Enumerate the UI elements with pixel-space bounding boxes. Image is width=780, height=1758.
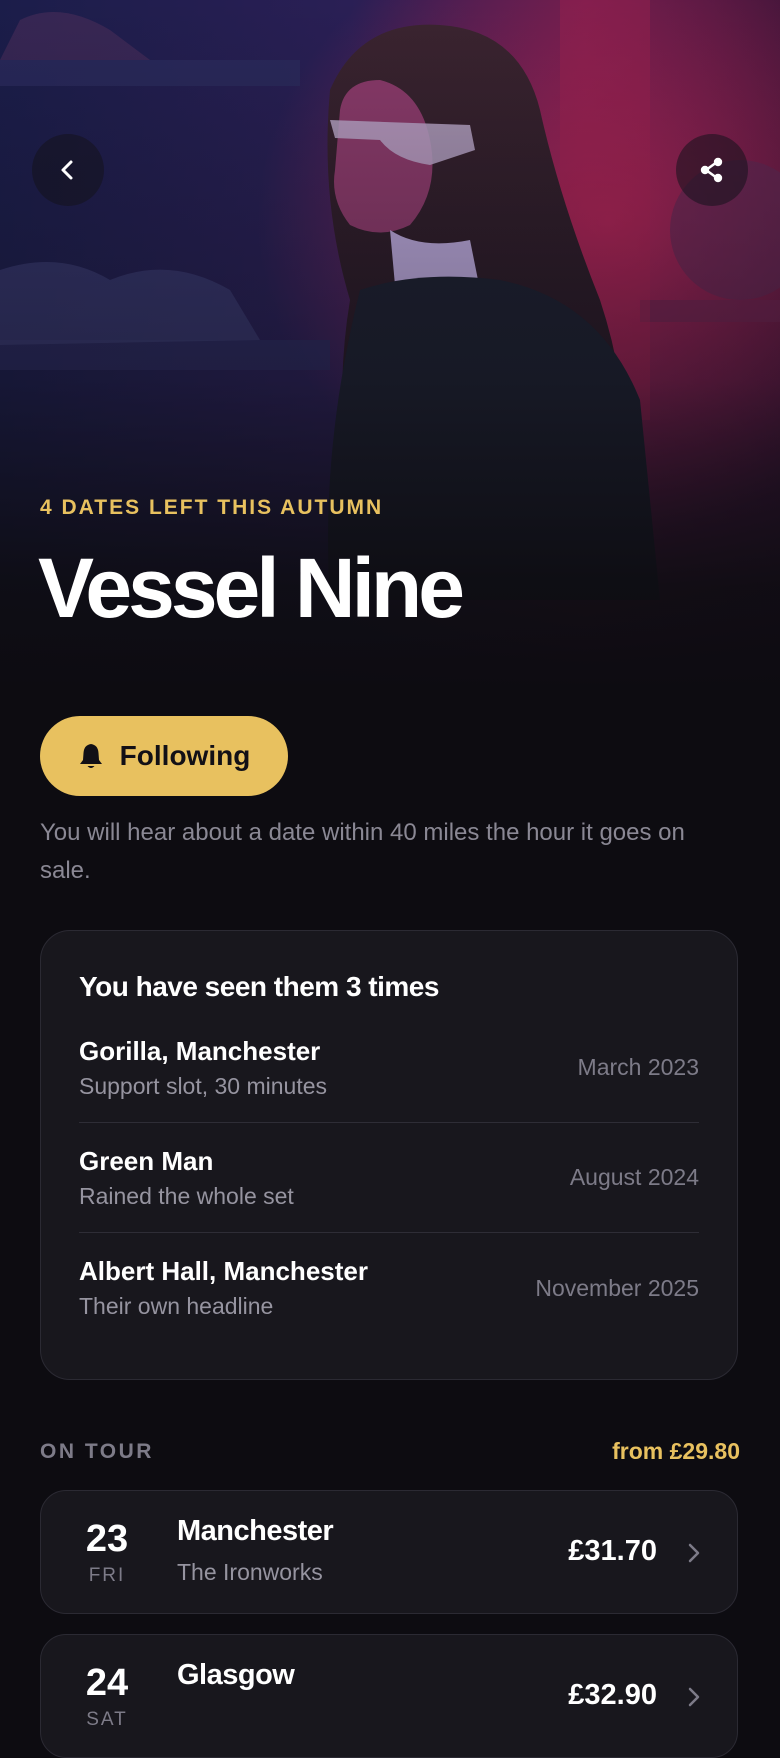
chevron-right-icon xyxy=(688,1687,700,1707)
seen-note: Rained the whole set xyxy=(79,1182,294,1209)
seen-venue: Albert Hall, Manchester xyxy=(79,1256,368,1286)
tour-date-card[interactable]: 23 FRI Manchester The Ironworks £31.70 xyxy=(40,1490,738,1614)
tour-header: ON TOUR from £29.80 xyxy=(40,1438,740,1465)
artist-name: Vessel Nine xyxy=(38,541,465,635)
seen-history-row: Gorilla, Manchester Support slot, 30 min… xyxy=(79,1013,699,1123)
tour-price: £31.70 xyxy=(568,1535,657,1567)
seen-note: Support slot, 30 minutes xyxy=(79,1072,328,1099)
share-button[interactable] xyxy=(676,134,748,206)
tour-city: Manchester xyxy=(177,1515,334,1547)
seen-history-card: You have seen them 3 times Gorilla, Manc… xyxy=(40,930,738,1380)
tour-day: 24 xyxy=(85,1662,129,1704)
seen-history-row: Green Man Rained the whole set August 20… xyxy=(79,1123,699,1233)
tour-city: Glasgow xyxy=(177,1659,295,1691)
seen-history-title: You have seen them 3 times xyxy=(79,971,439,1002)
back-button[interactable] xyxy=(32,134,104,206)
follow-note: You will hear about a date within 40 mil… xyxy=(40,819,685,884)
tour-venue: The Ironworks xyxy=(177,1559,323,1585)
bell-icon xyxy=(79,744,102,768)
tour-price-from: from £29.80 xyxy=(612,1438,740,1464)
tour-weekday: SAT xyxy=(86,1709,128,1730)
seen-venue: Gorilla, Manchester xyxy=(79,1035,321,1066)
share-icon xyxy=(700,157,723,183)
tour-weekday: FRI xyxy=(88,1565,126,1586)
tour-section-label: ON TOUR xyxy=(40,1439,154,1463)
chevron-left-icon xyxy=(61,160,73,180)
tour-price: £32.90 xyxy=(568,1679,657,1711)
tour-date-card[interactable]: 24 SAT Glasgow £32.90 xyxy=(40,1634,738,1758)
tour-eyebrow: 4 DATES LEFT THIS AUTUMN xyxy=(40,496,384,519)
chevron-right-icon xyxy=(688,1543,700,1563)
seen-date: November 2025 xyxy=(535,1274,699,1301)
seen-venue: Green Man xyxy=(79,1145,214,1176)
tour-day: 23 xyxy=(85,1518,129,1560)
seen-history-row: Albert Hall, Manchester Their own headli… xyxy=(79,1233,699,1343)
following-button[interactable]: Following xyxy=(40,716,288,796)
seen-date: March 2023 xyxy=(577,1054,699,1080)
following-label: Following xyxy=(119,740,251,771)
seen-note: Their own headline xyxy=(79,1293,274,1319)
seen-date: August 2024 xyxy=(569,1164,699,1190)
